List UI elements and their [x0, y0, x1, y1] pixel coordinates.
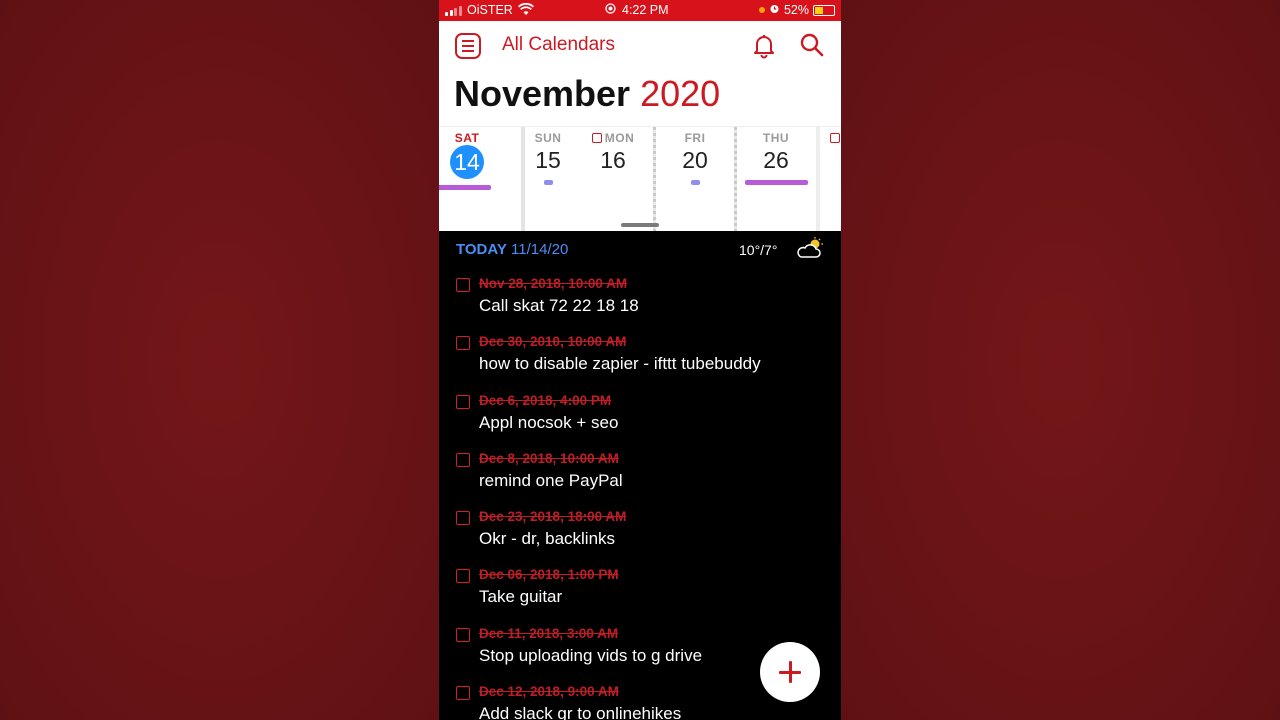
divider — [816, 127, 820, 231]
task-checkbox[interactable] — [456, 627, 470, 642]
background-left — [0, 0, 439, 720]
day-cell-next[interactable] — [826, 127, 841, 145]
alarm-icon — [769, 3, 780, 17]
list-item[interactable]: Dec 06, 2018, 1:00 PM Take guitar — [439, 558, 841, 616]
plus-icon — [788, 661, 792, 683]
signal-icon — [445, 6, 462, 16]
search-icon[interactable] — [799, 32, 825, 63]
task-date: Dec 23, 2018, 18:00 AM — [479, 509, 627, 525]
status-bar: OiSTER 4:22 PM 52% — [439, 0, 841, 21]
partly-cloudy-icon — [795, 237, 825, 264]
day-name-row: MON — [579, 131, 647, 145]
clock-time: 4:22 PM — [622, 3, 669, 17]
event-bar — [690, 180, 700, 185]
task-checkbox[interactable] — [456, 686, 470, 701]
task-title: remind one PayPal — [479, 470, 623, 490]
task-date: Dec 11, 2018, 3:00 AM — [479, 625, 619, 641]
task-date: Dec 6, 2018, 4:00 PM — [479, 392, 612, 408]
battery-icon — [813, 4, 835, 16]
day-number: 16 — [600, 147, 626, 173]
day-cell-sat[interactable]: SAT 14 — [439, 127, 497, 190]
phone-screen: OiSTER 4:22 PM 52% All Calendars Novembe… — [439, 0, 841, 720]
collapsed-days-divider — [734, 127, 737, 231]
background-right — [841, 0, 1280, 720]
list-item[interactable]: Dec 8, 2018, 10:00 AM remind one PayPal — [439, 442, 841, 500]
task-checkbox-icon — [591, 133, 602, 143]
task-title: Add slack gr to onlinehikes — [479, 704, 682, 720]
wifi-icon — [517, 2, 535, 19]
task-date: Dec 30, 2010, 10:00 AM — [479, 334, 627, 350]
day-number: 26 — [763, 147, 789, 173]
event-bar — [744, 180, 808, 185]
collapsed-days-divider — [653, 127, 656, 231]
mic-indicator-icon — [758, 7, 765, 13]
list-item[interactable]: Dec 23, 2018, 18:00 AM Okr - dr, backlin… — [439, 500, 841, 558]
calendar-selector[interactable]: All Calendars — [502, 34, 615, 56]
today-label: TODAY — [456, 241, 507, 258]
battery-fill — [815, 6, 824, 14]
task-date: Dec 8, 2018, 10:00 AM — [479, 450, 619, 466]
menu-icon[interactable] — [455, 33, 481, 59]
task-checkbox[interactable] — [456, 278, 470, 292]
event-bar — [439, 185, 491, 190]
carrier-name: OiSTER — [467, 3, 513, 17]
day-cell-fri[interactable]: FRI 20 — [671, 127, 719, 185]
page-title: November 2020 — [454, 73, 720, 115]
screen-record-icon — [605, 3, 616, 17]
battery-percent: 52% — [783, 3, 809, 17]
task-date: Dec 12, 2018, 9:00 AM — [479, 684, 619, 700]
task-checkbox-icon — [829, 133, 840, 143]
add-task-button[interactable] — [760, 642, 820, 702]
day-cell-mon[interactable]: MON 16 — [579, 127, 647, 174]
day-name: SUN — [534, 131, 562, 145]
day-cell-sun[interactable]: SUN 15 — [523, 127, 573, 185]
year: 2020 — [640, 73, 721, 114]
today-row: TODAY 11/14/20 10°/7° — [439, 231, 841, 267]
task-checkbox[interactable] — [456, 336, 470, 351]
task-title: Call skat 72 22 18 18 — [479, 296, 639, 315]
day-cell-thu[interactable]: THU 26 — [741, 127, 811, 185]
list-item[interactable]: Dec 30, 2010, 10:00 AM how to disable za… — [439, 325, 841, 383]
task-title: Stop uploading vids to g drive — [479, 645, 703, 665]
task-title: Appl nocsok + seo — [479, 412, 619, 432]
day-name-row — [826, 131, 841, 145]
bell-icon[interactable] — [752, 33, 776, 64]
temperature: 10°/7° — [739, 242, 778, 258]
day-name: SAT — [454, 131, 480, 145]
task-title: how to disable zapier - ifttt tubebuddy — [479, 354, 761, 374]
week-strip[interactable]: SAT 14 SUN 15 MON 16 FRI 20 THU 26 — [439, 126, 841, 231]
day-name: MON — [604, 131, 635, 145]
list-item[interactable]: Nov 28, 2018, 10:00 AM Call skat 72 22 1… — [439, 267, 841, 325]
app-header: All Calendars November 2020 — [439, 21, 841, 126]
day-name: FRI — [684, 131, 706, 145]
task-date: Dec 06, 2018, 1:00 PM — [479, 567, 619, 583]
day-number: 20 — [682, 147, 708, 173]
task-checkbox[interactable] — [456, 394, 470, 409]
event-bar — [543, 180, 553, 185]
list-item[interactable]: Dec 6, 2018, 4:00 PM Appl nocsok + seo — [439, 384, 841, 442]
task-checkbox[interactable] — [456, 569, 470, 584]
today-date: 11/14/20 — [511, 241, 569, 258]
today-label-group: TODAY 11/14/20 — [456, 241, 568, 258]
task-date: Nov 28, 2018, 10:00 AM — [479, 276, 628, 291]
month-name: November — [454, 73, 631, 114]
task-title: Take guitar — [479, 587, 563, 607]
task-checkbox[interactable] — [456, 452, 470, 467]
day-number: 15 — [535, 147, 561, 173]
task-checkbox[interactable] — [456, 511, 470, 526]
drag-handle[interactable] — [621, 223, 659, 227]
day-name: THU — [762, 131, 790, 145]
today-date-circle: 14 — [450, 145, 484, 179]
task-title: Okr - dr, backlinks — [479, 529, 616, 549]
